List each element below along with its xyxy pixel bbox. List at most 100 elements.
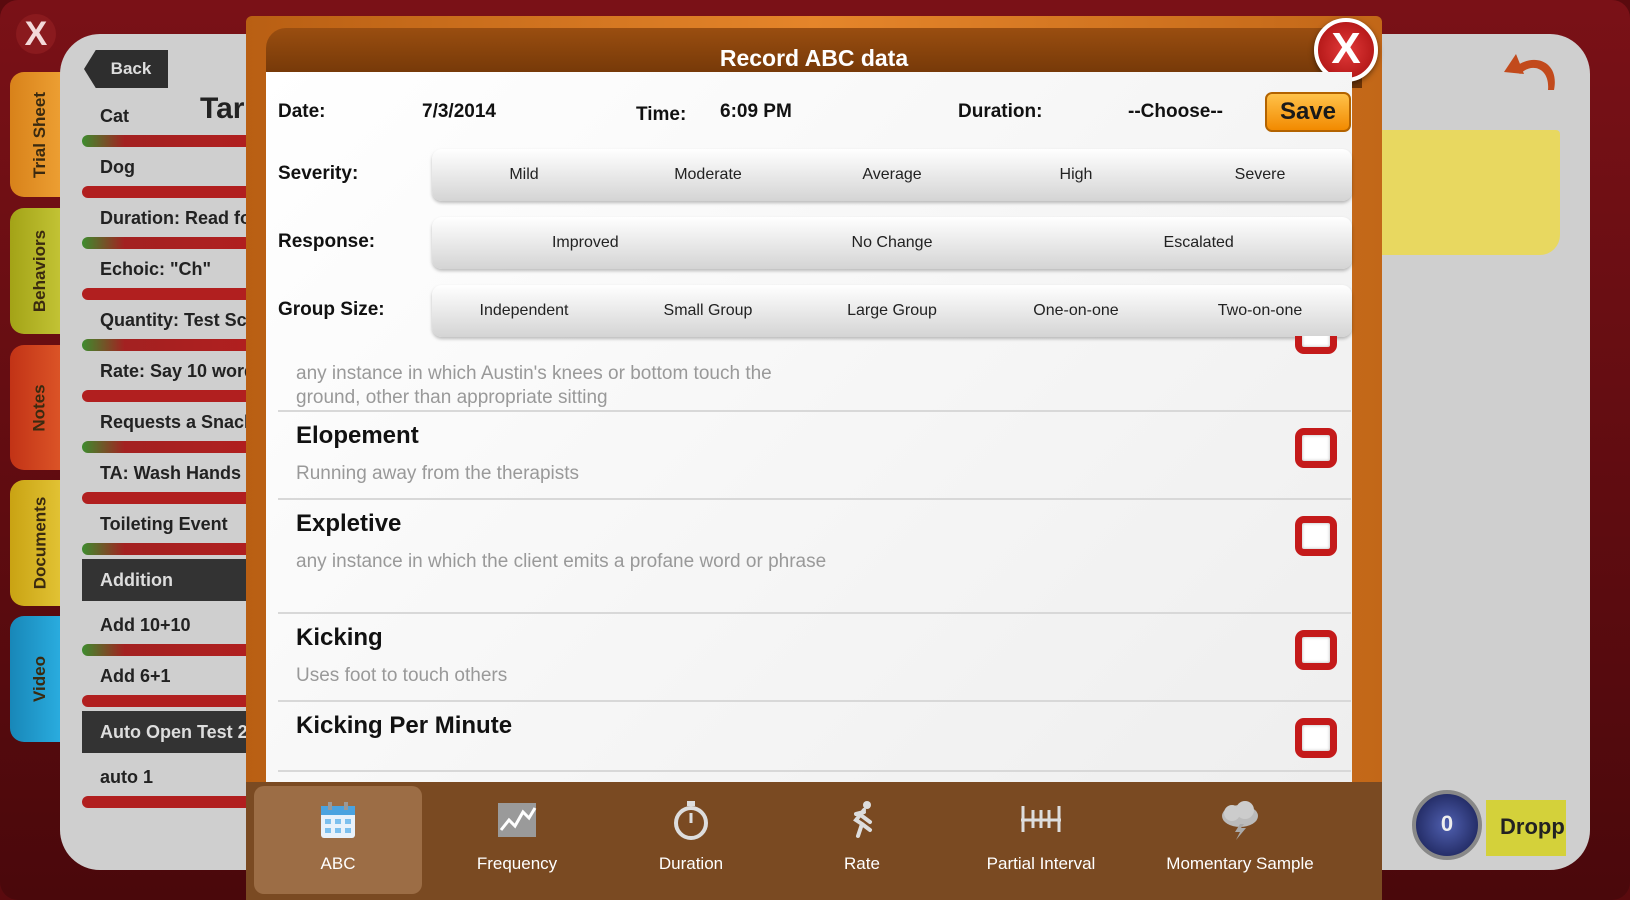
group-size-option[interactable]: One-on-one (984, 302, 1168, 320)
list-item[interactable]: Rate: Say 10 words (82, 355, 252, 406)
progress-bar (82, 543, 252, 555)
sticky-note (1360, 130, 1560, 255)
list-item[interactable]: Quantity: Test Sco (82, 304, 252, 355)
behavior-description: any instance in which the client emits a… (296, 551, 827, 572)
counter-button[interactable]: 0 (1412, 790, 1482, 860)
response-segmented-control: Improved No Change Escalated (432, 217, 1352, 269)
interval-ruler-icon (1019, 798, 1063, 842)
nav-item-partial-interval[interactable]: Partial Interval (954, 786, 1128, 894)
list-item[interactable]: Requests a Snack (82, 406, 252, 457)
side-tab-label: Behaviors (30, 229, 50, 313)
nav-item-rate[interactable]: Rate (770, 786, 954, 894)
list-item-label: Dog (100, 157, 135, 177)
time-label: Time: (636, 104, 687, 125)
behavior-row[interactable]: any instance in which Austin's knees or … (278, 336, 1351, 412)
behavior-description: Uses foot to touch others (296, 665, 508, 686)
side-tab-label: Notes (29, 383, 49, 432)
list-item-label: TA: Wash Hands (100, 463, 242, 483)
group-size-label: Group Size: (278, 299, 385, 320)
nav-item-label: Partial Interval (986, 854, 1096, 873)
nav-item-label: Momentary Sample (1166, 854, 1314, 873)
app-close-button[interactable]: X (16, 14, 56, 54)
list-item-label: Add 6+1 (100, 666, 171, 686)
list-item-label: Quantity: Test Sco (100, 310, 252, 330)
progress-bar (82, 390, 252, 402)
list-item-label: Auto Open Test 2 (100, 722, 248, 742)
behavior-row[interactable]: Expletive any instance in which the clien… (278, 500, 1351, 614)
progress-bar (82, 492, 252, 504)
behavior-checkbox[interactable] (1295, 630, 1337, 670)
nav-item-momentary-sample[interactable]: Momentary Sample (1128, 786, 1352, 894)
behavior-checkbox[interactable] (1295, 428, 1337, 468)
list-item[interactable]: Toileting Event (82, 508, 252, 559)
duration-select[interactable]: --Choose-- (1128, 101, 1223, 123)
list-item[interactable]: Add 10+10 (82, 609, 252, 660)
save-button[interactable]: Save (1265, 92, 1351, 132)
bottom-nav: ABC Frequency Duration Rate Partial Interval… (246, 782, 1382, 900)
progress-bar (82, 186, 252, 198)
nav-item-duration[interactable]: Duration (612, 786, 770, 894)
stopwatch-icon (669, 798, 713, 842)
list-item[interactable]: Echoic: "Ch" (82, 253, 252, 304)
response-option[interactable]: Escalated (1045, 234, 1352, 252)
duration-label: Duration: (958, 101, 1043, 122)
severity-label: Severity: (278, 163, 359, 184)
list-item-label: Duration: Read for (100, 208, 252, 228)
calendar-icon (316, 798, 360, 842)
date-value[interactable]: 7/3/2014 (422, 101, 496, 123)
runner-icon (840, 798, 884, 842)
list-item[interactable]: Duration: Read for (82, 202, 252, 253)
group-size-option[interactable]: Small Group (616, 302, 800, 320)
severity-option[interactable]: High (984, 166, 1168, 184)
list-item-label: Requests a Snack (100, 412, 252, 432)
behavior-list: any instance in which Austin's knees or … (278, 336, 1351, 782)
back-button[interactable]: Back (84, 50, 168, 88)
list-item[interactable]: Add 6+1 (82, 660, 252, 711)
group-size-option[interactable]: Large Group (800, 302, 984, 320)
response-label: Response: (278, 231, 376, 252)
list-item[interactable]: Cat (82, 100, 252, 151)
chart-line-icon (495, 798, 539, 842)
nav-item-label: Rate (844, 854, 880, 873)
progress-bar (82, 644, 252, 656)
list-section-header[interactable]: Auto Open Test 2 (82, 711, 252, 753)
progress-bar (82, 796, 252, 808)
behavior-row[interactable]: Kicking Uses foot to touch others (278, 614, 1351, 702)
group-size-option[interactable]: Two-on-one (1168, 302, 1352, 320)
progress-bar (82, 441, 252, 453)
nav-item-frequency[interactable]: Frequency (422, 786, 612, 894)
nav-item-abc[interactable]: ABC (254, 786, 422, 894)
behavior-checkbox[interactable] (1295, 516, 1337, 556)
behavior-description: any instance in which Austin's knees or … (296, 363, 772, 408)
group-size-option[interactable]: Independent (432, 302, 616, 320)
severity-option[interactable]: Mild (432, 166, 616, 184)
side-tab-label: Trial Sheet (30, 91, 50, 178)
time-value[interactable]: 6:09 PM (720, 101, 792, 123)
severity-option[interactable]: Average (800, 166, 984, 184)
behavior-description (278, 752, 838, 760)
list-section-header[interactable]: Addition (82, 559, 252, 601)
nav-item-label: Frequency (476, 854, 558, 873)
behavior-name: Kicking (296, 624, 383, 651)
undo-icon[interactable] (1502, 46, 1562, 102)
list-item-label: Add 10+10 (100, 615, 191, 635)
severity-option[interactable]: Severe (1168, 166, 1352, 184)
list-item[interactable]: Dog (82, 151, 252, 202)
behavior-checkbox[interactable] (1295, 336, 1337, 354)
list-item[interactable]: TA: Wash Hands (82, 457, 252, 508)
target-list: Cat Dog Duration: Read for Echoic: "Ch" Quan… (82, 100, 252, 816)
list-item-label: Rate: Say 10 words (100, 361, 252, 381)
response-option[interactable]: Improved (432, 234, 739, 252)
response-option[interactable]: No Change (739, 234, 1046, 252)
list-item-label: Echoic: "Ch" (100, 259, 212, 279)
list-item-label: Toileting Event (100, 514, 228, 534)
severity-option[interactable]: Moderate (616, 166, 800, 184)
severity-segmented-control: Mild Moderate Average High Severe (432, 149, 1352, 201)
list-item-label: Cat (100, 106, 130, 126)
behavior-description: Running away from the therapists (296, 463, 580, 484)
behavior-row[interactable]: Elopement Running away from the therapist… (278, 412, 1351, 500)
behavior-name: Expletive (296, 510, 402, 537)
behavior-checkbox[interactable] (1295, 718, 1337, 758)
behavior-row[interactable]: Kicking Per Minute (278, 702, 1351, 772)
list-item[interactable]: auto 1 (82, 761, 252, 812)
